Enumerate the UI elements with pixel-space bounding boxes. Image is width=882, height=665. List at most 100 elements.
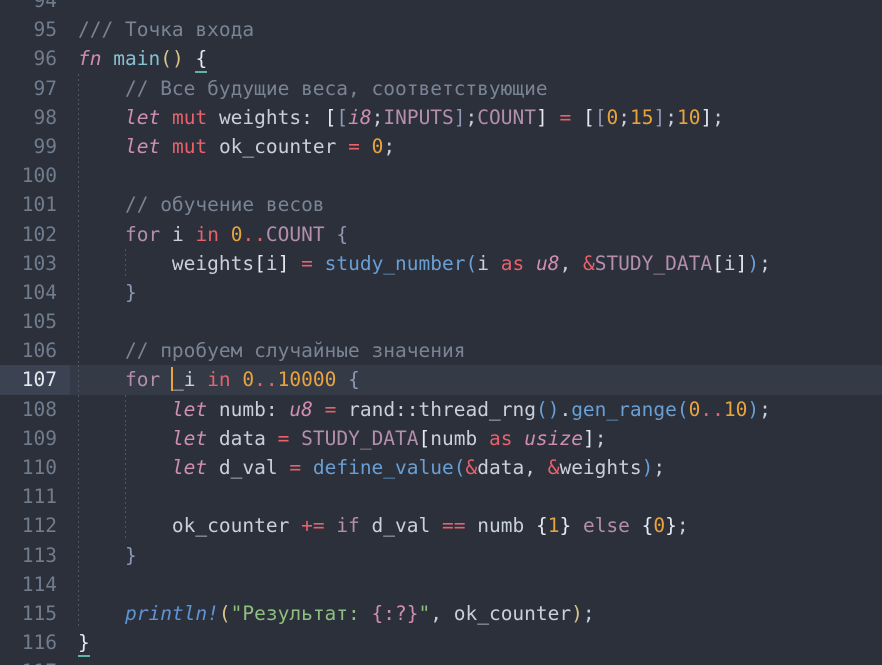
- ampersand: &: [582, 251, 595, 275]
- code-line[interactable]: 99 let mut ok_counter = 0;: [0, 131, 882, 162]
- line-number: 114: [21, 572, 57, 596]
- code-line[interactable]: 106 // пробуем случайные значения: [0, 336, 882, 366]
- code-line[interactable]: 117: [0, 657, 882, 665]
- code-line[interactable]: 104 }: [0, 277, 882, 308]
- identifier-ok-counter: ok_counter: [218, 134, 337, 158]
- code-line[interactable]: 97 // Все будущие веса, соответствующие: [0, 73, 882, 103]
- code-line[interactable]: 108 let numb: u8 = rand::thread_rng().ge…: [0, 394, 882, 424]
- code-line[interactable]: 105: [0, 307, 882, 337]
- paren-open: (: [453, 456, 466, 479]
- identifier-ok-counter: ok_counter: [171, 514, 290, 538]
- bracket: ]: [582, 426, 595, 450]
- code-line[interactable]: 96 fn main() {: [0, 44, 882, 74]
- line-content[interactable]: let d_val = define_value(&data, &weights…: [70, 453, 882, 482]
- line-content[interactable]: for i in 0..COUNT {: [70, 220, 882, 249]
- line-content[interactable]: // обучение весов: [70, 190, 882, 219]
- keyword-for: for: [124, 222, 161, 246]
- number: 0: [371, 134, 384, 158]
- line-content[interactable]: }: [70, 278, 882, 307]
- code-line[interactable]: 109 let data = STUDY_DATA[numb as usize]…: [0, 423, 882, 453]
- paren-close: ): [747, 251, 760, 275]
- line-content[interactable]: let mut weights: [[i8;INPUTS];COUNT] = […: [70, 103, 882, 132]
- const-inputs: INPUTS: [383, 105, 454, 129]
- operator-assign: =: [289, 456, 302, 479]
- bracket: ]: [735, 251, 748, 275]
- line-number: 111: [21, 485, 57, 509]
- line-content[interactable]: println!("Результат: {:?}", ok_counter);: [70, 599, 882, 628]
- keyword-in: in: [207, 368, 231, 392]
- code-line[interactable]: 115 println!("Результат: {:?}", ok_count…: [0, 598, 882, 629]
- keyword-let: let: [171, 426, 208, 450]
- identifier-weights: weights: [171, 251, 255, 275]
- keyword-else: else: [582, 514, 630, 538]
- code-line[interactable]: 94: [0, 0, 882, 15]
- code-line[interactable]: 103 weights[i] = study_number(i as u8, &…: [0, 248, 882, 278]
- doc-comment: /// Точка входа: [78, 18, 255, 42]
- range-operator: ..: [700, 397, 724, 421]
- const-study-data: STUDY_DATA: [301, 426, 419, 450]
- identifier-ok-counter: ok_counter: [453, 601, 572, 625]
- code-line[interactable]: 98 let mut weights: [[i8;INPUTS];COUNT] …: [0, 102, 882, 132]
- line-content[interactable]: let data = STUDY_DATA[numb as usize];: [70, 424, 882, 453]
- line-number: 100: [21, 164, 57, 188]
- type-u8: u8: [535, 251, 560, 275]
- line-number: 104: [21, 280, 57, 304]
- line-content[interactable]: let mut ok_counter = 0;: [70, 132, 882, 161]
- code-line[interactable]: 100: [0, 161, 882, 191]
- brace-open: {: [348, 368, 360, 392]
- format-specifier: {:?}: [371, 601, 419, 625]
- code-line[interactable]: 101 // обучение весов: [0, 190, 882, 220]
- line-content[interactable]: for _i in 0..10000 {: [70, 365, 882, 394]
- line-content[interactable]: [70, 657, 882, 665]
- code-line[interactable]: 111: [0, 482, 882, 512]
- line-number: 108: [21, 397, 57, 421]
- path-rand-thread-rng: rand::thread_rng: [348, 397, 536, 421]
- line-content[interactable]: ok_counter += if d_val == numb {1} else …: [70, 511, 882, 540]
- operator-equality: ==: [442, 514, 466, 538]
- active-code-line[interactable]: 107 for _i in 0..10000 {: [0, 365, 882, 395]
- operator-assign: =: [277, 426, 290, 450]
- code-line[interactable]: 102 for i in 0..COUNT {: [0, 219, 882, 249]
- code-line[interactable]: 95 /// Точка входа: [0, 15, 882, 44]
- code-line[interactable]: 110 let d_val = define_value(&data, &wei…: [0, 453, 882, 483]
- line-content[interactable]: // Все будущие веса, соответствующие: [70, 74, 882, 103]
- line-content[interactable]: [70, 0, 882, 15]
- identifier-d-val: d_val: [218, 456, 278, 479]
- line-content[interactable]: }: [70, 628, 882, 658]
- code-editor[interactable]: 94 95 /// Точка входа 96 fn main() { 97 …: [0, 0, 882, 665]
- identifier-data: data: [218, 426, 266, 450]
- bracket: [: [336, 105, 349, 129]
- identifier-underscore-i: _i: [171, 368, 196, 392]
- keyword-for: for: [124, 368, 161, 392]
- line-content[interactable]: weights[i] = study_number(i as u8, &STUD…: [70, 249, 882, 278]
- comment: // Все будущие веса, соответствующие: [124, 76, 548, 100]
- line-content[interactable]: [70, 482, 882, 511]
- line-content[interactable]: }: [70, 541, 882, 570]
- code-line[interactable]: 114: [0, 569, 882, 599]
- line-content[interactable]: [70, 161, 882, 190]
- line-number: 101: [21, 193, 57, 217]
- macro-println: println!: [124, 601, 219, 625]
- code-line[interactable]: 112 ok_counter += if d_val == numb {1} e…: [0, 511, 882, 541]
- identifier-numb: numb: [477, 514, 525, 538]
- const-count: COUNT: [477, 105, 536, 129]
- operator-assign: =: [348, 134, 360, 158]
- line-number: 99: [33, 134, 57, 158]
- line-content[interactable]: [70, 570, 882, 599]
- line-content[interactable]: /// Точка входа: [70, 15, 882, 44]
- line-number: 95: [33, 18, 57, 42]
- bracket: [: [324, 105, 337, 129]
- line-content[interactable]: [70, 307, 882, 336]
- keyword-as: as: [500, 251, 525, 275]
- bracket: [: [418, 426, 431, 450]
- code-line[interactable]: 113 }: [0, 540, 882, 570]
- type-usize: usize: [524, 426, 583, 450]
- code-line[interactable]: 116 }: [0, 628, 882, 658]
- identifier-numb: numb: [430, 426, 478, 450]
- line-content[interactable]: // пробуем случайные значения: [70, 336, 882, 365]
- keyword-in: in: [195, 222, 219, 246]
- line-content[interactable]: fn main() {: [70, 44, 882, 74]
- identifier-data: data: [477, 456, 525, 479]
- line-content[interactable]: let numb: u8 = rand::thread_rng().gen_ra…: [70, 395, 882, 424]
